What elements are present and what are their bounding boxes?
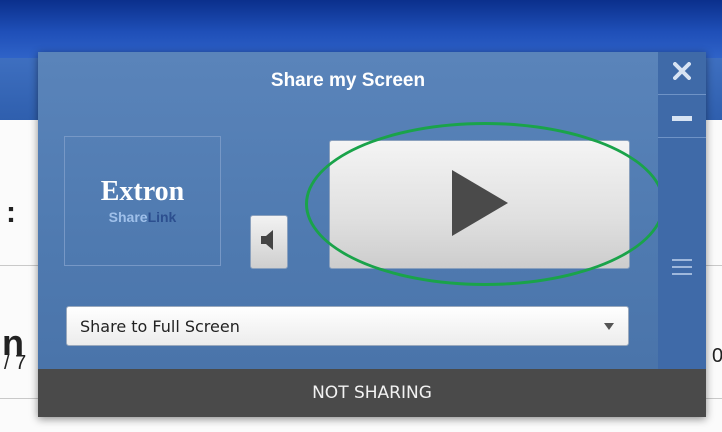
menu-icon	[672, 259, 692, 279]
chevron-down-icon	[604, 322, 614, 330]
logo-product-part: Link	[147, 209, 177, 225]
share-mode-select[interactable]: Share to Full Screen	[66, 306, 629, 346]
start-sharing-button[interactable]	[329, 140, 630, 269]
share-mode-value: Share to Full Screen	[80, 316, 240, 336]
window-side-controls	[658, 52, 706, 369]
close-icon	[673, 62, 691, 84]
play-icon	[450, 169, 510, 240]
logo-product-part: Share	[108, 209, 148, 225]
sharing-status-bar: NOT SHARING	[38, 369, 706, 417]
audio-toggle-button[interactable]	[250, 215, 288, 269]
speaker-icon	[261, 229, 277, 255]
close-button[interactable]	[658, 52, 706, 95]
desktop-background	[0, 0, 722, 58]
logo-product: ShareLink	[109, 209, 177, 225]
background-text-fragment: / 7	[4, 352, 27, 374]
minimize-button[interactable]	[658, 95, 706, 138]
share-screen-window: Share my Screen Extron ShareLink Share t…	[38, 52, 706, 417]
background-text-fragment: 0	[712, 345, 722, 367]
menu-button[interactable]	[658, 248, 706, 290]
share-panel: Share my Screen Extron ShareLink Share t…	[38, 52, 658, 369]
window-title: Share my Screen	[270, 70, 426, 91]
background-text-fragment: :	[6, 196, 16, 229]
extron-sharelink-logo: Extron ShareLink	[64, 136, 221, 266]
minimize-icon	[672, 107, 692, 126]
logo-brand: Extron	[100, 176, 185, 207]
